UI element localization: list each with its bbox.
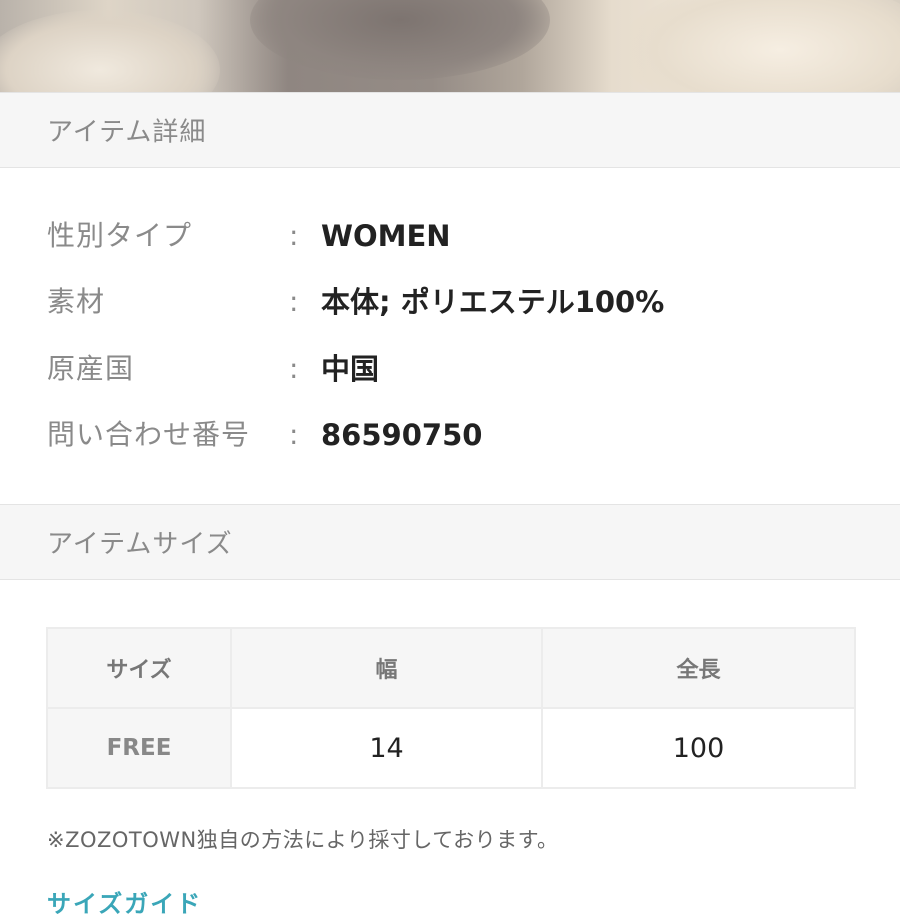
size-table: サイズ 幅 全長 FREE 14 100 [46, 627, 856, 789]
spec-value: 86590750 [321, 418, 483, 452]
length-cell: 100 [541, 707, 856, 789]
item-size-title: アイテムサイズ [47, 529, 233, 560]
table-row: FREE 14 100 [46, 707, 856, 789]
spec-label: 素材 [47, 285, 106, 318]
spec-value: 中国 [321, 352, 380, 386]
spec-label: 原産国 [47, 352, 135, 385]
spec-row-inquiry-number: 問い合わせ番号 : 86590750 [0, 415, 900, 455]
column-header-length: 全長 [541, 627, 856, 709]
size-table-header-row: サイズ 幅 全長 [46, 627, 856, 709]
spec-value: 本体; ポリエステル100% [321, 285, 665, 319]
measurement-note: ※ZOZOTOWN独自の方法により採寸しております。 [47, 828, 559, 852]
spec-colon: : [289, 285, 299, 318]
spec-row-origin: 原産国 : 中国 [0, 349, 900, 389]
photo-fur-right [620, 0, 900, 92]
spec-colon: : [289, 352, 299, 385]
spec-value: WOMEN [321, 219, 451, 253]
size-name-cell: FREE [46, 707, 232, 789]
product-photo [0, 0, 900, 92]
item-size-header: アイテムサイズ [0, 504, 900, 580]
spec-colon: : [289, 418, 299, 451]
spec-row-material: 素材 : 本体; ポリエステル100% [0, 282, 900, 322]
size-guide-link[interactable]: サイズガイド [47, 884, 202, 919]
spec-label: 問い合わせ番号 [47, 418, 251, 451]
width-cell: 14 [230, 707, 543, 789]
photo-fur-left [0, 10, 220, 92]
spec-label: 性別タイプ [47, 219, 193, 252]
spec-row-gender: 性別タイプ : WOMEN [0, 216, 900, 256]
spec-colon: : [289, 219, 299, 252]
column-header-size: サイズ [46, 627, 232, 709]
column-header-width: 幅 [230, 627, 543, 709]
item-details-header: アイテム詳細 [0, 92, 900, 168]
photo-fur-center [250, 0, 550, 80]
item-details-title: アイテム詳細 [47, 117, 207, 148]
